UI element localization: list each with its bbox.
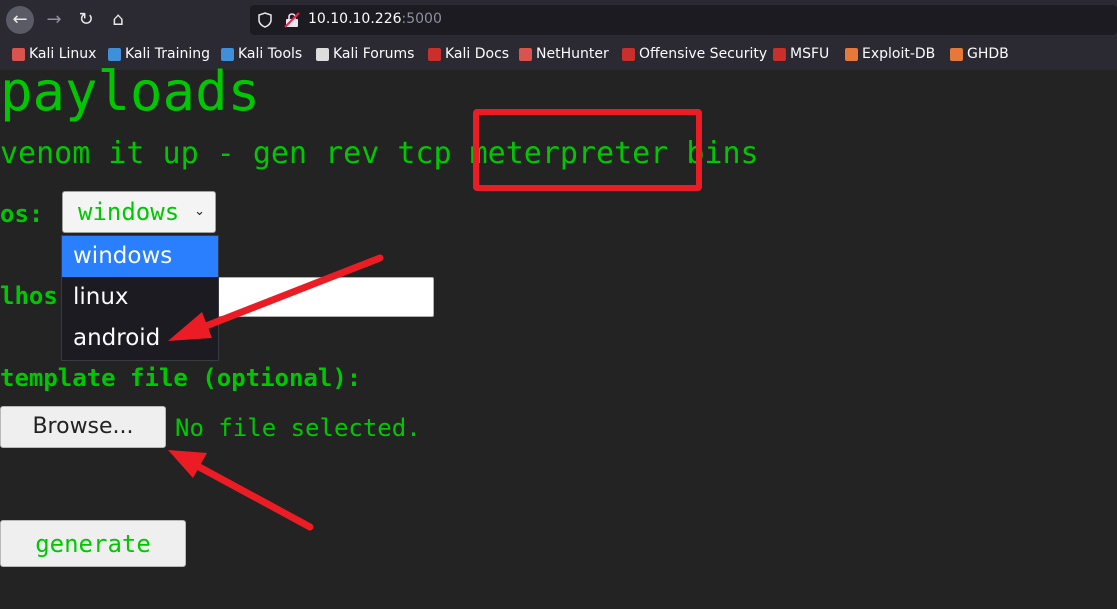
home-icon[interactable]: ⌂ bbox=[104, 6, 132, 34]
forward-arrow-icon[interactable]: → bbox=[40, 6, 68, 34]
os-label: os: bbox=[0, 200, 44, 228]
annotation-highlight-box bbox=[473, 109, 702, 191]
page-content: payloads venom it up - gen rev tcp meter… bbox=[0, 60, 1117, 609]
bookmark-label: Kali Forums bbox=[333, 46, 415, 62]
lhost-input[interactable] bbox=[214, 277, 434, 317]
chevron-down-icon: ⌄ bbox=[194, 204, 205, 219]
file-status-text: No file selected. bbox=[175, 414, 421, 442]
url-text: 10.10.10.226:5000 bbox=[308, 11, 442, 27]
shield-icon[interactable] bbox=[258, 12, 272, 28]
lhost-label: lhos bbox=[0, 282, 58, 310]
os-option-linux[interactable]: linux bbox=[62, 277, 218, 318]
url-host: 10.10.10.226 bbox=[308, 11, 402, 27]
os-option-android[interactable]: android bbox=[62, 318, 218, 359]
url-port: :5000 bbox=[401, 11, 442, 27]
os-selected-value: windows bbox=[78, 198, 180, 226]
bookmark-favicon-icon bbox=[773, 47, 786, 61]
bookmark-label: GHDB bbox=[967, 46, 1009, 62]
bookmark-label: Kali Docs bbox=[445, 46, 510, 62]
bookmark-favicon-icon bbox=[845, 47, 858, 61]
bookmark-item[interactable]: NetHunter bbox=[519, 46, 609, 62]
insecure-lock-icon[interactable] bbox=[284, 12, 300, 28]
bookmark-favicon-icon bbox=[622, 47, 635, 61]
bookmark-item[interactable]: Exploit-DB bbox=[845, 46, 935, 62]
os-option-windows[interactable]: windows bbox=[62, 236, 218, 277]
bookmark-favicon-icon bbox=[221, 47, 234, 61]
bookmark-favicon-icon bbox=[108, 47, 121, 61]
bookmark-item[interactable]: MSFU bbox=[773, 46, 829, 62]
bookmark-label: MSFU bbox=[790, 46, 830, 62]
template-file-label: template file (optional): bbox=[0, 364, 362, 392]
page-title: payloads bbox=[0, 60, 261, 123]
bookmark-favicon-icon bbox=[12, 47, 25, 61]
back-arrow-icon[interactable]: ← bbox=[6, 6, 34, 34]
navigation-toolbar: ← → ↻ ⌂ 10.10.10.226:5000 bbox=[0, 0, 1117, 40]
os-dropdown-list: windows linux android bbox=[61, 235, 219, 361]
generate-button[interactable]: generate bbox=[0, 520, 186, 567]
bookmark-favicon-icon bbox=[519, 47, 532, 61]
bookmark-favicon-icon bbox=[316, 47, 329, 61]
bookmark-item[interactable]: Kali Docs bbox=[428, 46, 509, 62]
bookmark-item[interactable]: Kali Forums bbox=[316, 46, 414, 62]
os-select[interactable]: windows ⌄ bbox=[62, 191, 216, 233]
browse-button[interactable]: Browse... bbox=[0, 406, 166, 448]
bookmark-label: NetHunter bbox=[536, 46, 609, 62]
bookmark-favicon-icon bbox=[950, 47, 963, 61]
bookmark-label: Offensive Security bbox=[639, 46, 768, 62]
bookmark-item[interactable]: GHDB bbox=[950, 46, 1009, 62]
bookmark-favicon-icon bbox=[428, 47, 441, 61]
url-bar[interactable]: 10.10.10.226:5000 bbox=[250, 5, 1117, 35]
reload-icon[interactable]: ↻ bbox=[72, 6, 100, 34]
bookmark-label: Exploit-DB bbox=[862, 46, 936, 62]
bookmark-item[interactable]: Offensive Security bbox=[622, 46, 767, 62]
